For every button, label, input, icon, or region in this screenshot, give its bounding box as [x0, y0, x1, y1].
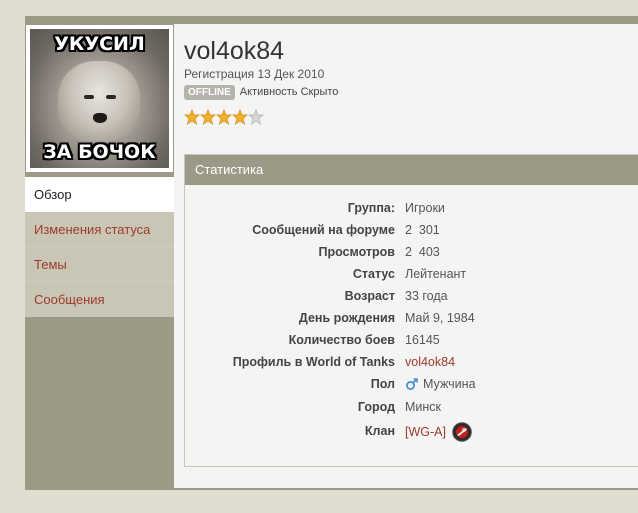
stat-row-views: Просмотров 2 403 — [185, 245, 638, 267]
star-icon — [200, 109, 216, 125]
stat-row-age: Возраст 33 года — [185, 289, 638, 311]
stat-label: Возраст — [344, 289, 395, 303]
star-empty-icon — [248, 109, 264, 125]
stat-value: Минск — [405, 400, 442, 414]
stat-value: Май 9, 1984 — [405, 311, 475, 325]
nav-item-status-changes[interactable]: Изменения статуса — [25, 212, 174, 247]
nav-item-topics[interactable]: Темы — [25, 247, 174, 282]
stat-label: Профиль в World of Tanks — [232, 355, 395, 369]
star-icon — [184, 109, 200, 125]
stat-row-battles: Количество боев 16145 — [185, 333, 638, 355]
gender-text: Мужчина — [423, 377, 476, 391]
rating-stars — [184, 109, 264, 125]
star-icon — [232, 109, 248, 125]
clan-link[interactable]: [WG-A] — [405, 425, 446, 439]
stat-row-birthday: День рождения Май 9, 1984 — [185, 311, 638, 333]
stat-row-status: Статус Лейтенант — [185, 267, 638, 289]
activity-text: Активность Скрыто — [239, 86, 339, 98]
stat-value: 2 301 — [405, 223, 440, 237]
stat-value-clan: [WG-A] — [405, 422, 472, 442]
stat-label: День рождения — [298, 311, 395, 325]
wot-profile-link[interactable]: vol4ok84 — [405, 355, 455, 369]
avatar-caption-bottom: ЗА БОЧОК — [43, 141, 156, 163]
wolf-face — [58, 61, 140, 141]
stat-value: 16145 — [405, 333, 440, 347]
stat-row-posts: Сообщений на форуме 2 301 — [185, 223, 638, 245]
stat-row-wot-profile: Профиль в World of Tanks vol4ok84 — [185, 355, 638, 377]
profile-nav: Обзор Изменения статуса Темы Сообщения — [25, 177, 174, 317]
profile-main: vol4ok84 Регистрация 13 Дек 2010 OFFLINE… — [174, 24, 638, 488]
male-icon — [406, 378, 418, 390]
stat-label: Группа: — [347, 201, 395, 215]
stat-row-city: Город Минск — [185, 400, 638, 422]
stat-label: Город — [357, 400, 395, 414]
nav-item-overview[interactable]: Обзор — [25, 177, 174, 212]
wolf-nose — [93, 113, 107, 123]
avatar: УКУСИЛ ЗА БОЧОК — [26, 25, 173, 172]
stats-panel-body: Группа: Игроки Сообщений на форуме 2 301… — [185, 185, 638, 466]
nav-item-posts[interactable]: Сообщения — [25, 282, 174, 317]
stat-value: 33 года — [405, 289, 448, 303]
wolf-eye-left — [84, 95, 94, 99]
stat-label: Статус — [352, 267, 395, 281]
star-icon — [216, 109, 232, 125]
clan-emblem-icon[interactable] — [452, 422, 472, 442]
stat-row-group: Группа: Игроки — [185, 201, 638, 223]
stat-label: Пол — [370, 377, 395, 391]
stats-panel: Статистика Группа: Игроки Сообщений на ф… — [184, 154, 638, 467]
stat-label: Клан — [364, 424, 395, 438]
stat-row-clan: Клан [WG-A] — [185, 422, 638, 444]
registration-date: Регистрация 13 Дек 2010 — [184, 67, 325, 81]
stats-panel-title: Статистика — [185, 155, 638, 185]
stat-label: Просмотров — [318, 245, 395, 259]
stat-label: Сообщений на форуме — [252, 223, 395, 237]
stat-value: 2 403 — [405, 245, 440, 259]
avatar-caption-top: УКУСИЛ — [54, 33, 145, 55]
status-badge: OFFLINE — [184, 84, 235, 100]
stat-label: Количество боев — [288, 333, 395, 347]
status-row: OFFLINE Активность Скрыто — [184, 84, 338, 100]
wolf-eye-right — [106, 95, 116, 99]
page-title: vol4ok84 — [184, 37, 285, 65]
stat-value: Игроки — [405, 201, 445, 215]
stat-row-gender: Пол Мужчина — [185, 377, 638, 399]
stat-value-gender: Мужчина — [405, 377, 476, 391]
stat-value: Лейтенант — [405, 267, 467, 281]
